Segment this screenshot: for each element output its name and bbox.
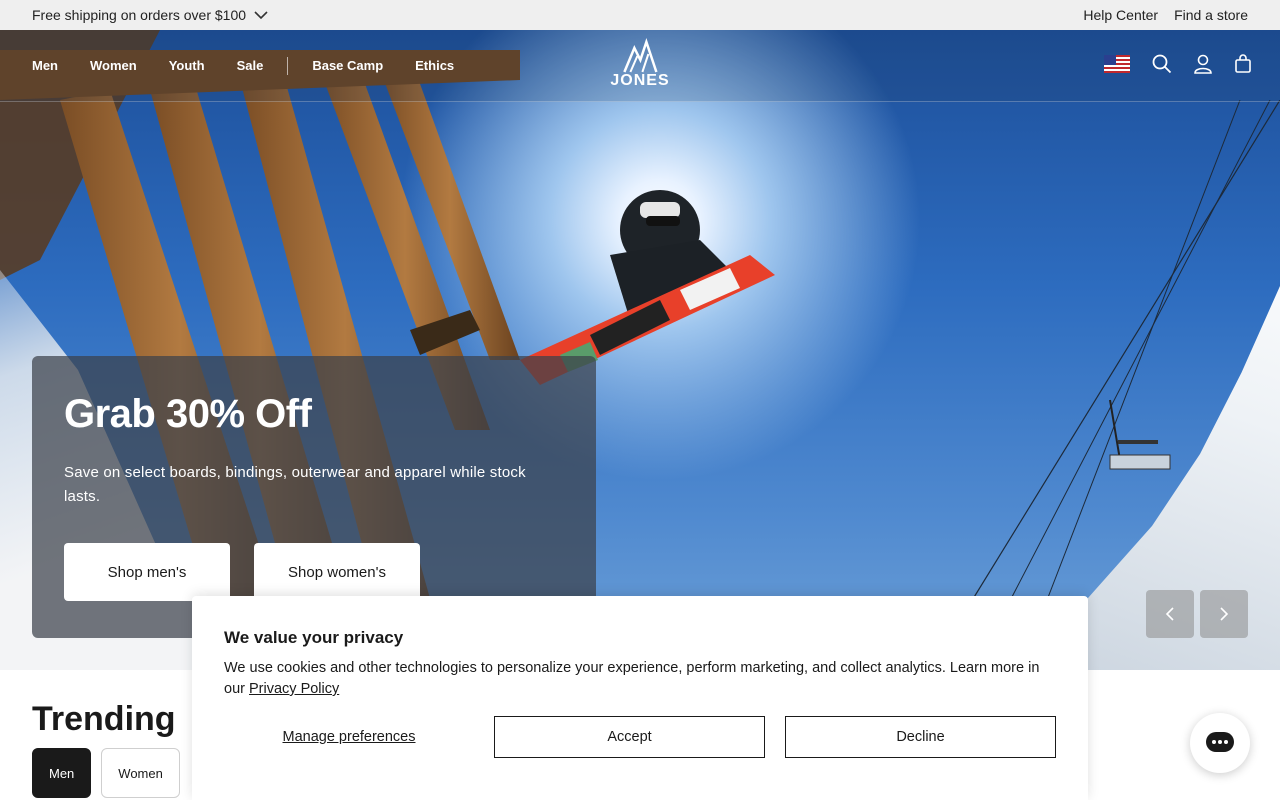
announcement-bar: Free shipping on orders over $100 Help C… (0, 0, 1280, 30)
carousel-controls (1146, 590, 1248, 638)
help-center-link[interactable]: Help Center (1083, 7, 1158, 23)
decline-button[interactable]: Decline (785, 716, 1056, 758)
promo-subtext: Save on select boards, bindings, outerwe… (64, 464, 526, 505)
cookie-title: We value your privacy (224, 628, 404, 647)
trending-tabs: Men Women (32, 748, 180, 798)
tab-women[interactable]: Women (101, 748, 180, 798)
nav-men[interactable]: Men (32, 58, 58, 73)
nav-women[interactable]: Women (90, 58, 137, 73)
cookie-banner: We value your privacy We use cookies and… (192, 596, 1088, 800)
carousel-prev-button[interactable] (1146, 590, 1194, 638)
shop-mens-button[interactable]: Shop men's (64, 543, 230, 601)
promo-headline: Grab 30% Off (64, 392, 312, 436)
account-icon[interactable] (1194, 54, 1212, 74)
nav-divider (287, 56, 289, 75)
carousel-next-button[interactable] (1200, 590, 1248, 638)
cart-icon[interactable] (1234, 54, 1252, 74)
cookie-body-text: We use cookies and other technologies to… (224, 660, 1040, 697)
trending-title: Trending (32, 700, 176, 738)
shipping-text: Free shipping on orders over $100 (32, 7, 247, 23)
chevron-down-icon (254, 7, 268, 23)
tab-men[interactable]: Men (32, 748, 92, 798)
site-header: Men Women Youth Sale Base Camp Ethics JO… (0, 30, 1280, 102)
nav-ethics[interactable]: Ethics (415, 58, 454, 73)
nav-base-camp[interactable]: Base Camp (312, 58, 383, 73)
main-nav: Men Women Youth Sale Base Camp Ethics (32, 56, 454, 75)
chairlift-image (959, 100, 1280, 670)
accept-button[interactable]: Accept (494, 716, 765, 758)
privacy-policy-link[interactable]: Privacy Policy (249, 681, 339, 697)
us-flag-icon[interactable] (1104, 55, 1130, 73)
shop-womens-button[interactable]: Shop women's (254, 543, 420, 601)
nav-sale[interactable]: Sale (237, 58, 264, 73)
chat-icon (1206, 732, 1234, 752)
chat-button[interactable] (1190, 713, 1250, 773)
arrow-left-icon (1165, 607, 1174, 621)
manage-preferences-button[interactable]: Manage preferences (224, 729, 474, 745)
mountain-logo-icon (622, 38, 658, 73)
cookie-body: We use cookies and other technologies to… (224, 658, 1056, 700)
nav-youth[interactable]: Youth (169, 58, 205, 73)
search-icon[interactable] (1152, 54, 1172, 74)
find-store-link[interactable]: Find a store (1174, 7, 1248, 23)
brand-logo[interactable]: JONES (610, 38, 669, 90)
arrow-right-icon (1220, 607, 1229, 621)
shipping-announcement[interactable]: Free shipping on orders over $100 (32, 7, 268, 23)
logo-text: JONES (610, 72, 670, 89)
